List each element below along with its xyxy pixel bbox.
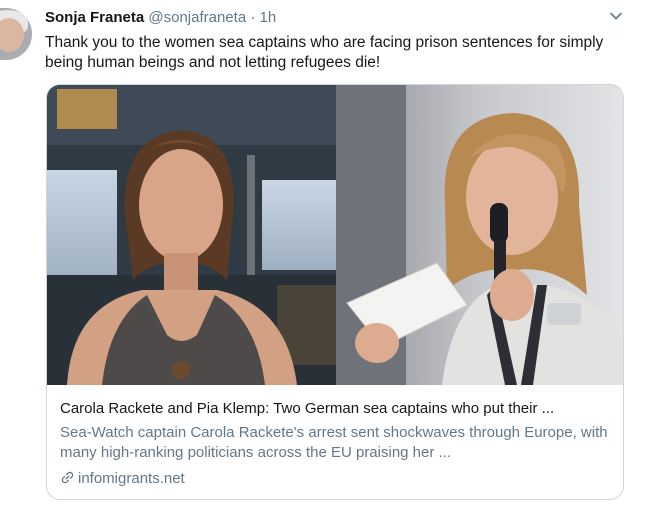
- card-description: Sea-Watch captain Carola Rackete's arres…: [60, 424, 608, 461]
- card-title[interactable]: Carola Rackete and Pia Klemp: Two German…: [60, 399, 620, 419]
- card-image[interactable]: [47, 85, 624, 385]
- card-domain[interactable]: infomigrants.net: [60, 469, 185, 489]
- avatar-face: [0, 18, 24, 52]
- separator-dot: ·: [250, 9, 256, 26]
- author-handle[interactable]: @sonjafraneta: [148, 9, 246, 26]
- tweet[interactable]: Sonja Franeta @sonjafraneta · 1h Thank y…: [0, 0, 660, 508]
- avatar[interactable]: [0, 8, 32, 60]
- chevron-down-icon[interactable]: [608, 8, 624, 24]
- tweet-header: Sonja Franeta @sonjafraneta · 1h: [45, 8, 276, 28]
- card-domain-text: infomigrants.net: [78, 470, 185, 487]
- author-name[interactable]: Sonja Franeta: [45, 9, 144, 26]
- link-preview-card[interactable]: Carola Rackete and Pia Klemp: Two German…: [46, 84, 624, 500]
- tweet-text: Thank you to the women sea captains who …: [45, 34, 604, 71]
- link-icon: [61, 471, 74, 484]
- tweet-timestamp[interactable]: 1h: [260, 9, 277, 26]
